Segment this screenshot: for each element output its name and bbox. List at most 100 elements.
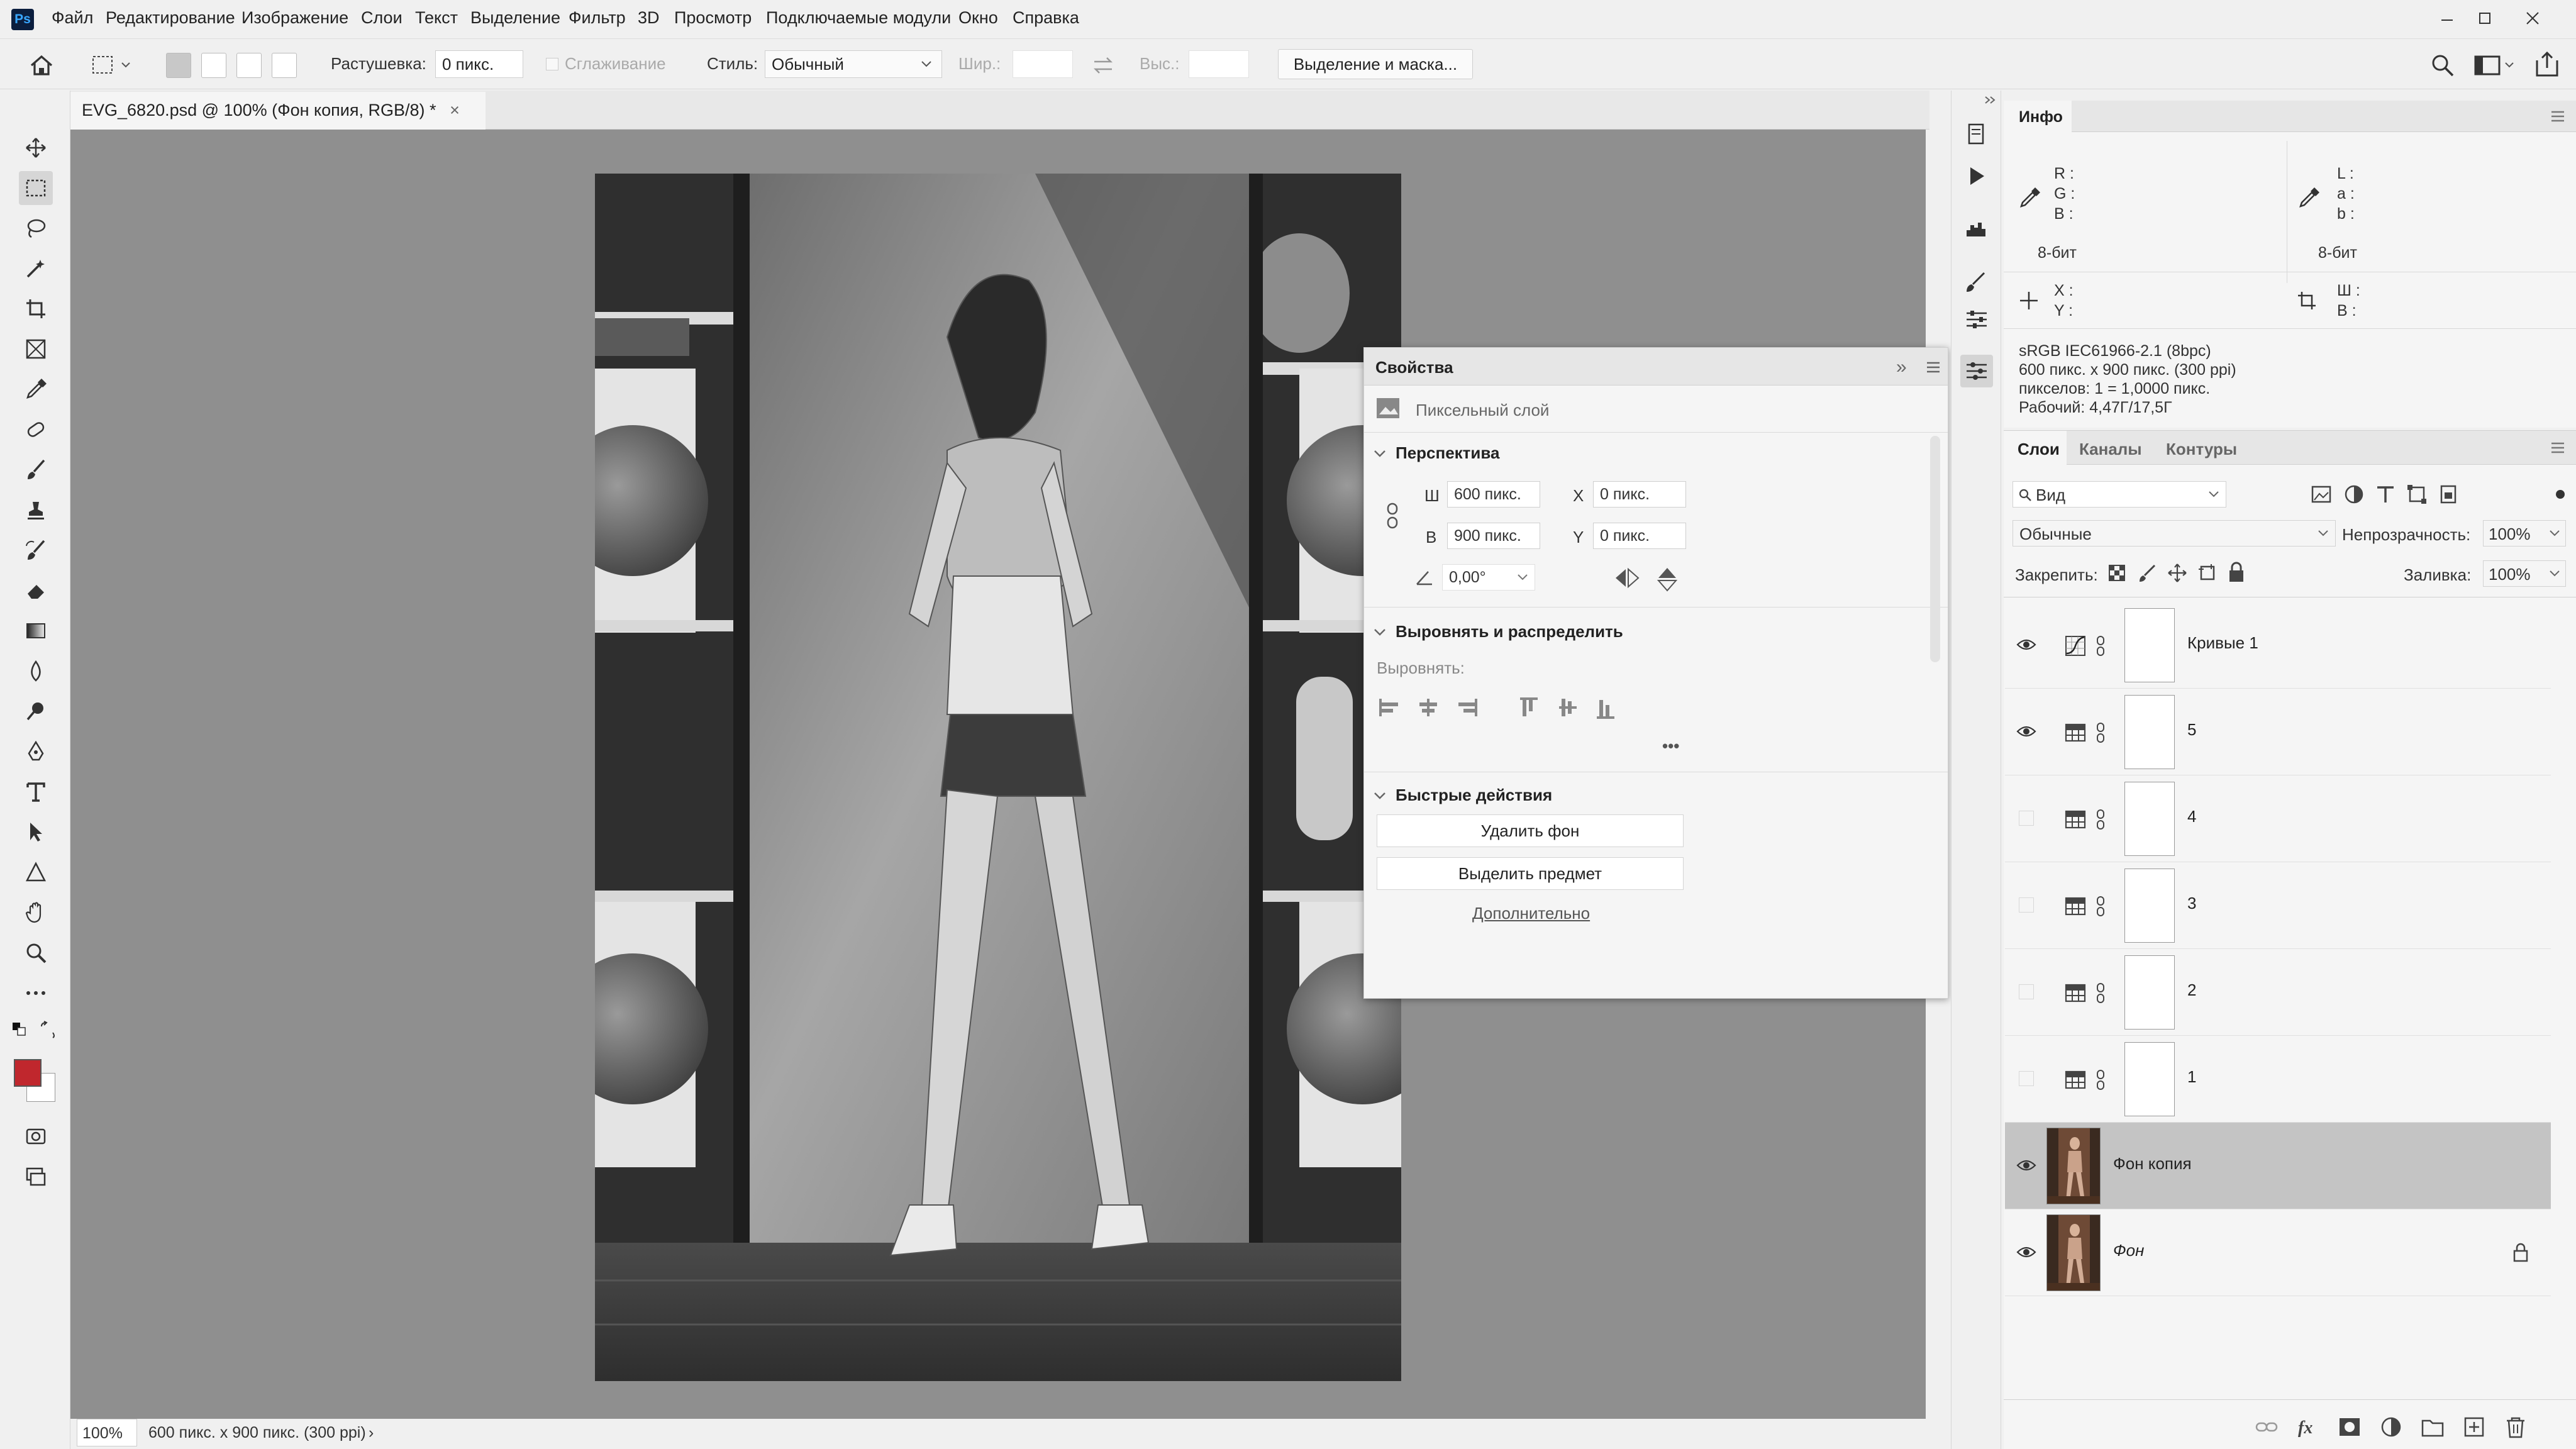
lock-artboard-icon[interactable] — [2197, 563, 2218, 583]
document-tab[interactable]: EVG_6820.psd @ 100% (Фон копия, RGB/8) *… — [70, 92, 486, 130]
layer-mask-thumbnail[interactable] — [2124, 695, 2175, 769]
menu-edit[interactable]: Редактирование — [106, 8, 235, 28]
shape-tool-icon[interactable] — [19, 855, 53, 889]
layer-style-fx-icon[interactable]: fx — [2296, 1416, 2321, 1438]
search-icon[interactable] — [2429, 52, 2457, 79]
share-icon[interactable] — [2532, 49, 2562, 79]
feather-input[interactable]: 0 пикс. — [435, 50, 523, 78]
chevron-down-icon[interactable] — [1373, 626, 1387, 640]
workspace-icon[interactable] — [2473, 53, 2517, 78]
zoom-tool-icon[interactable] — [19, 936, 53, 970]
properties-scrollbar[interactable] — [1930, 436, 1940, 662]
lock-transparency-icon[interactable] — [2107, 563, 2127, 583]
document-image[interactable] — [595, 174, 1401, 1381]
layer-row[interactable]: 3 — [2005, 862, 2551, 949]
eyedropper-tool-icon[interactable] — [19, 372, 53, 406]
layer-row[interactable]: 4 — [2005, 775, 2551, 862]
visibility-toggle[interactable] — [2019, 897, 2034, 913]
menu-plugins[interactable]: Подключаемые модули — [766, 8, 951, 28]
new-group-icon[interactable] — [2420, 1416, 2445, 1438]
close-tab-icon[interactable]: × — [450, 101, 460, 119]
link-layers-icon[interactable] — [2254, 1416, 2279, 1438]
menu-view[interactable]: Просмотр — [674, 8, 752, 28]
antialias-checkbox[interactable] — [546, 58, 558, 70]
layer-name[interactable]: 4 — [2187, 807, 2196, 826]
home-icon[interactable] — [28, 52, 55, 79]
subtract-selection-button[interactable] — [236, 53, 262, 78]
new-selection-button[interactable] — [166, 53, 191, 78]
properties-title[interactable]: Свойства — [1375, 358, 1453, 377]
add-mask-icon[interactable] — [2337, 1416, 2362, 1438]
layer-row[interactable]: Фон — [2005, 1209, 2551, 1296]
eye-icon[interactable] — [2016, 721, 2036, 741]
new-layer-icon[interactable] — [2462, 1416, 2487, 1438]
more-align-options[interactable]: ••• — [1662, 736, 1679, 756]
foreground-color-swatch[interactable] — [14, 1059, 42, 1087]
path-selection-tool-icon[interactable] — [19, 815, 53, 849]
select-and-mask-button[interactable]: Выделение и маска... — [1278, 49, 1473, 79]
restore-icon[interactable] — [2467, 4, 2503, 33]
histogram-panel-icon[interactable] — [1964, 216, 1989, 242]
close-icon[interactable] — [2514, 4, 2551, 33]
layer-mask-link-icon[interactable] — [2094, 1069, 2107, 1091]
panel-menu-icon[interactable] — [2550, 109, 2566, 123]
visibility-toggle[interactable] — [2019, 984, 2034, 999]
tab-layers[interactable]: Слои — [2004, 431, 2067, 465]
layer-mask-link-icon[interactable] — [2094, 721, 2107, 744]
height-field[interactable]: 900 пикс. — [1447, 523, 1540, 549]
dodge-tool-icon[interactable] — [19, 694, 53, 728]
layer-row[interactable]: Кривые 1 — [2005, 602, 2551, 689]
marquee-preset-icon[interactable] — [91, 53, 135, 78]
quick-actions-section-title[interactable]: Быстрые действия — [1396, 786, 1552, 805]
menu-file[interactable]: Файл — [52, 8, 93, 28]
filter-pixel-icon[interactable] — [2311, 484, 2332, 505]
lock-position-icon[interactable] — [2167, 563, 2187, 583]
marquee-tool-icon[interactable] — [19, 171, 53, 205]
layer-thumbnail[interactable] — [2046, 1214, 2101, 1291]
layer-name[interactable]: Фон — [2113, 1241, 2144, 1260]
info-panel-title[interactable]: Инфо — [2019, 108, 2063, 126]
more-quick-actions-link[interactable]: Дополнительно — [1472, 904, 1590, 923]
blend-mode-select[interactable]: Обычные — [2012, 520, 2336, 547]
swap-dimensions-icon[interactable] — [1091, 53, 1116, 78]
lock-image-pixels-icon[interactable] — [2137, 563, 2157, 583]
hand-tool-icon[interactable] — [19, 896, 53, 930]
properties-panel-button[interactable] — [1960, 355, 1993, 387]
height-input[interactable] — [1189, 50, 1249, 78]
quick-mask-icon[interactable] — [19, 1119, 53, 1153]
layer-mask-link-icon[interactable] — [2094, 895, 2107, 918]
layer-mask-thumbnail[interactable] — [2124, 782, 2175, 856]
visibility-toggle[interactable] — [2019, 1071, 2034, 1086]
actions-panel-icon[interactable] — [1964, 164, 1989, 189]
layer-name[interactable]: Кривые 1 — [2187, 633, 2258, 653]
layer-mask-link-icon[interactable] — [2094, 635, 2107, 657]
x-field[interactable]: 0 пикс. — [1593, 481, 1686, 508]
menu-3d[interactable]: 3D — [638, 8, 660, 28]
gradient-tool-icon[interactable] — [19, 614, 53, 648]
swap-colors-icon[interactable] — [39, 1020, 58, 1042]
menu-layers[interactable]: Слои — [361, 8, 402, 28]
lock-icon[interactable] — [2512, 1242, 2529, 1262]
brush-settings-icon[interactable] — [1964, 270, 1989, 296]
eye-icon[interactable] — [2016, 635, 2036, 655]
select-subject-button[interactable]: Выделить предмет — [1377, 857, 1684, 890]
screen-mode-icon[interactable] — [19, 1160, 53, 1194]
eye-icon[interactable] — [2016, 1242, 2036, 1262]
healing-brush-tool-icon[interactable] — [19, 413, 53, 447]
layer-name[interactable]: 3 — [2187, 894, 2196, 913]
filter-smart-object-icon[interactable] — [2438, 484, 2459, 505]
default-colors-icon[interactable] — [11, 1021, 29, 1042]
history-panel-icon[interactable] — [1964, 122, 1989, 147]
menu-help[interactable]: Справка — [1013, 8, 1079, 28]
panel-menu-icon[interactable] — [1925, 360, 1941, 374]
flip-horizontal-icon[interactable] — [1613, 565, 1641, 591]
crop-tool-icon[interactable] — [19, 292, 53, 326]
layer-row[interactable]: 5 — [2005, 689, 2551, 775]
filter-toggle[interactable] — [2556, 490, 2565, 499]
lasso-tool-icon[interactable] — [19, 211, 53, 245]
lock-all-icon[interactable] — [2226, 562, 2246, 583]
layer-mask-link-icon[interactable] — [2094, 808, 2107, 831]
adjustments-panel-icon[interactable] — [1964, 307, 1989, 332]
frame-tool-icon[interactable] — [19, 332, 53, 366]
remove-background-button[interactable]: Удалить фон — [1377, 814, 1684, 847]
